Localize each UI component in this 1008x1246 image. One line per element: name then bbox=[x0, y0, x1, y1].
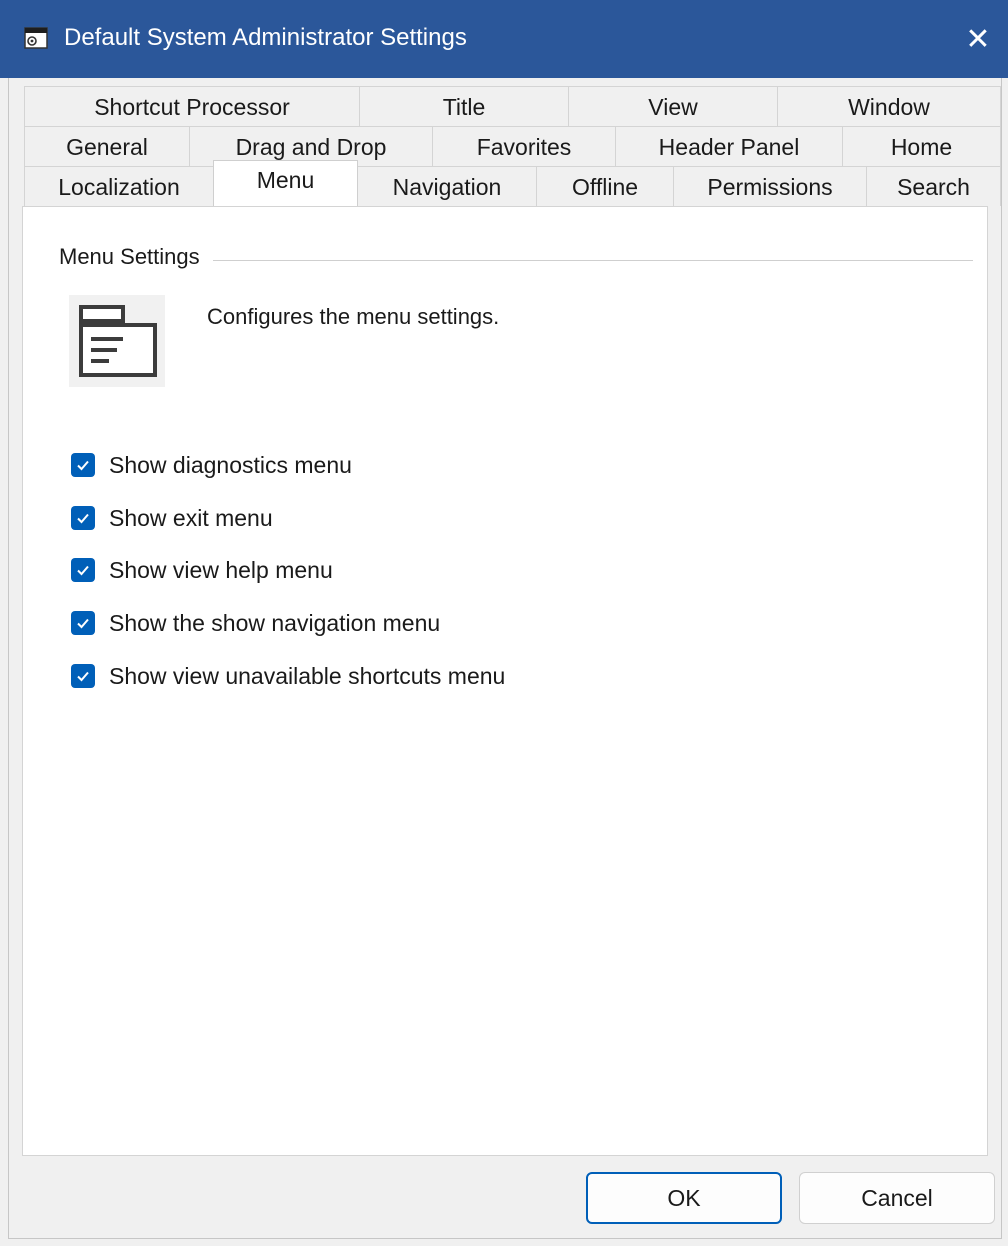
tab-window[interactable]: Window bbox=[777, 86, 1001, 126]
tab-general[interactable]: General bbox=[24, 126, 190, 166]
checkbox-show-view-help-menu[interactable]: Show view help menu bbox=[71, 555, 333, 585]
menu-settings-icon bbox=[69, 295, 165, 387]
tab-offline[interactable]: Offline bbox=[536, 166, 674, 206]
tab-home[interactable]: Home bbox=[842, 126, 1001, 166]
ok-button[interactable]: OK bbox=[586, 1172, 782, 1224]
tab-menu[interactable]: Menu bbox=[213, 160, 358, 206]
checkbox-label: Show view unavailable shortcuts menu bbox=[109, 662, 506, 689]
checkbox-show-diagnostics-menu[interactable]: Show diagnostics menu bbox=[71, 450, 352, 480]
group-title: Menu Settings bbox=[59, 244, 210, 270]
close-icon: ✕ bbox=[965, 21, 991, 57]
tab-search[interactable]: Search bbox=[866, 166, 1001, 206]
checkmark-icon[interactable] bbox=[71, 453, 95, 477]
tab-header-panel[interactable]: Header Panel bbox=[615, 126, 843, 166]
checkbox-show-navigation-menu[interactable]: Show the show navigation menu bbox=[71, 608, 440, 638]
cancel-button[interactable]: Cancel bbox=[799, 1172, 995, 1224]
checkbox-show-view-unavailable-shortcuts-menu[interactable]: Show view unavailable shortcuts menu bbox=[71, 661, 505, 691]
checkmark-icon[interactable] bbox=[71, 664, 95, 688]
tab-shortcut-processor[interactable]: Shortcut Processor bbox=[24, 86, 360, 126]
checkmark-icon[interactable] bbox=[71, 558, 95, 582]
tab-permissions[interactable]: Permissions bbox=[673, 166, 867, 206]
group-divider bbox=[213, 260, 973, 261]
checkbox-label: Show diagnostics menu bbox=[109, 451, 352, 478]
title-bar: Default System Administrator Settings ✕ bbox=[0, 0, 1008, 78]
checkbox-show-exit-menu[interactable]: Show exit menu bbox=[71, 503, 273, 533]
close-button[interactable]: ✕ bbox=[948, 0, 1008, 78]
checkmark-icon[interactable] bbox=[71, 506, 95, 530]
checkmark-icon[interactable] bbox=[71, 611, 95, 635]
group-description: Configures the menu settings. bbox=[207, 304, 500, 329]
window-title: Default System Administrator Settings bbox=[64, 24, 467, 51]
checkbox-label: Show the show navigation menu bbox=[109, 609, 441, 636]
tab-localization[interactable]: Localization bbox=[24, 166, 214, 206]
tab-navigation[interactable]: Navigation bbox=[357, 166, 537, 206]
checkbox-label: Show exit menu bbox=[109, 504, 273, 531]
tab-favorites[interactable]: Favorites bbox=[432, 126, 616, 166]
tab-panel-menu: Menu Settings Configures the menu settin… bbox=[22, 206, 988, 1156]
settings-window-icon bbox=[24, 26, 48, 50]
tab-view[interactable]: View bbox=[568, 86, 778, 126]
tab-title[interactable]: Title bbox=[359, 86, 569, 126]
checkbox-label: Show view help menu bbox=[109, 556, 333, 583]
